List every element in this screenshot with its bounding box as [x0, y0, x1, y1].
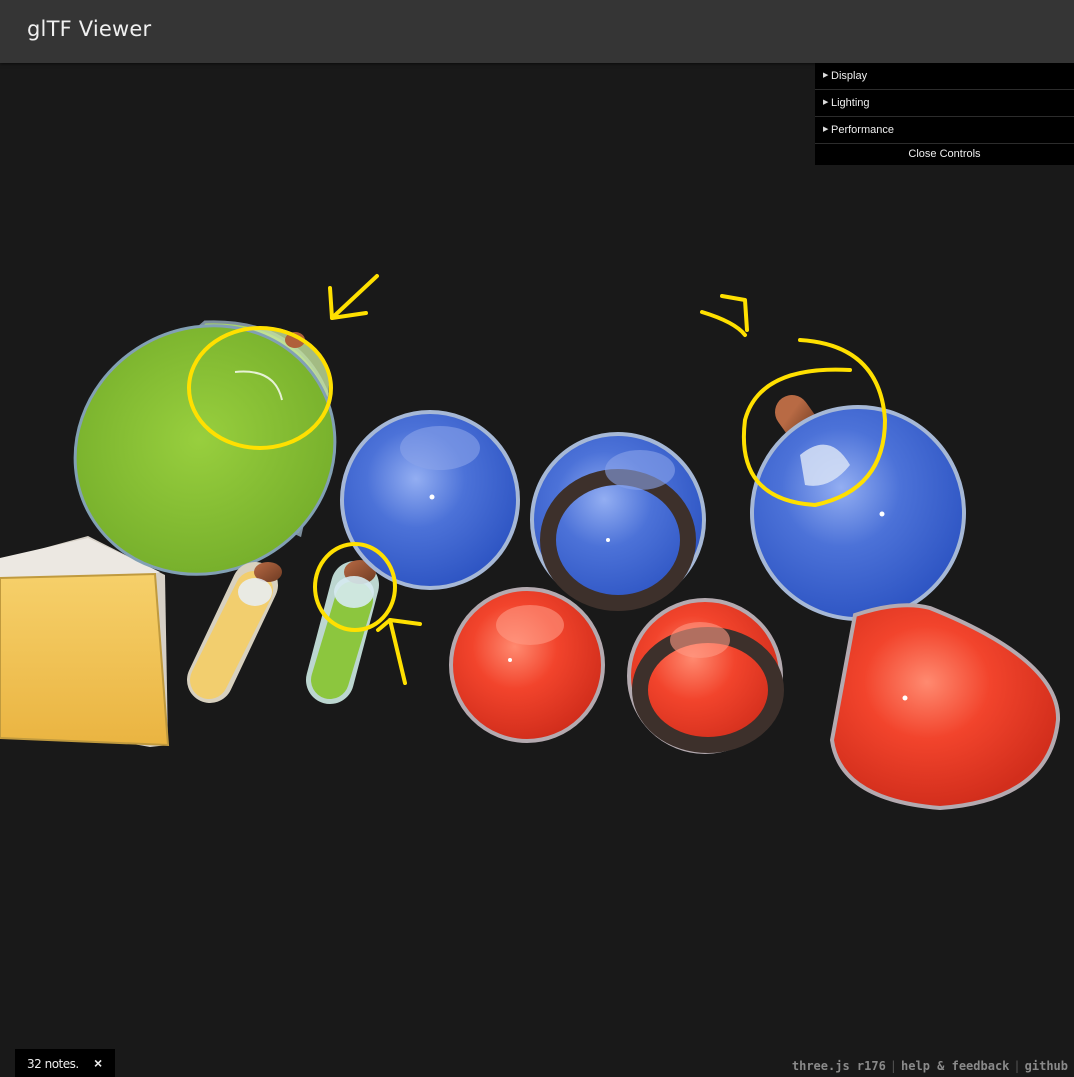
app-title: glTF Viewer	[27, 17, 152, 41]
yellow-box-object	[0, 536, 170, 747]
close-controls-button[interactable]: Close Controls	[815, 144, 1074, 165]
folder-arrow-icon: ▶	[823, 99, 829, 106]
folder-label: Lighting	[831, 97, 870, 109]
controls-folder-display[interactable]: ▶ Display	[815, 63, 1074, 90]
separator: |	[889, 1059, 898, 1073]
app-header: glTF Viewer	[0, 0, 1074, 63]
help-feedback-link[interactable]: help & feedback	[901, 1059, 1009, 1073]
3d-viewport[interactable]	[0, 63, 1074, 1077]
separator: |	[1013, 1059, 1021, 1073]
scene-canvas[interactable]	[0, 63, 1074, 1077]
blue-round-flask-object	[750, 395, 966, 621]
controls-panel: ▶ Display ▶ Lighting ▶ Performance Close…	[815, 63, 1074, 165]
version-link[interactable]: three.js r176	[792, 1059, 886, 1073]
red-sphere-object	[449, 587, 605, 743]
folder-label: Display	[831, 70, 868, 82]
github-link[interactable]: github	[1025, 1059, 1068, 1073]
red-banded-sphere-object	[627, 598, 784, 754]
green-test-tube-object	[306, 560, 379, 704]
folder-arrow-icon: ▶	[823, 72, 829, 79]
blue-banded-sphere-object	[530, 432, 706, 611]
notes-count: 32 notes.	[27, 1057, 79, 1071]
folder-arrow-icon: ▶	[823, 126, 829, 133]
folder-label: Performance	[831, 124, 894, 136]
footer-links: three.js r176 | help & feedback | github	[792, 1059, 1068, 1073]
blue-sphere-object	[340, 410, 520, 590]
controls-folder-lighting[interactable]: ▶ Lighting	[815, 90, 1074, 117]
close-icon[interactable]: ×	[94, 1055, 102, 1071]
notes-badge: 32 notes. ×	[15, 1049, 115, 1077]
yellow-test-tube-object	[187, 562, 282, 703]
red-cone-flask-object	[829, 603, 1061, 811]
controls-folder-performance[interactable]: ▶ Performance	[815, 117, 1074, 144]
